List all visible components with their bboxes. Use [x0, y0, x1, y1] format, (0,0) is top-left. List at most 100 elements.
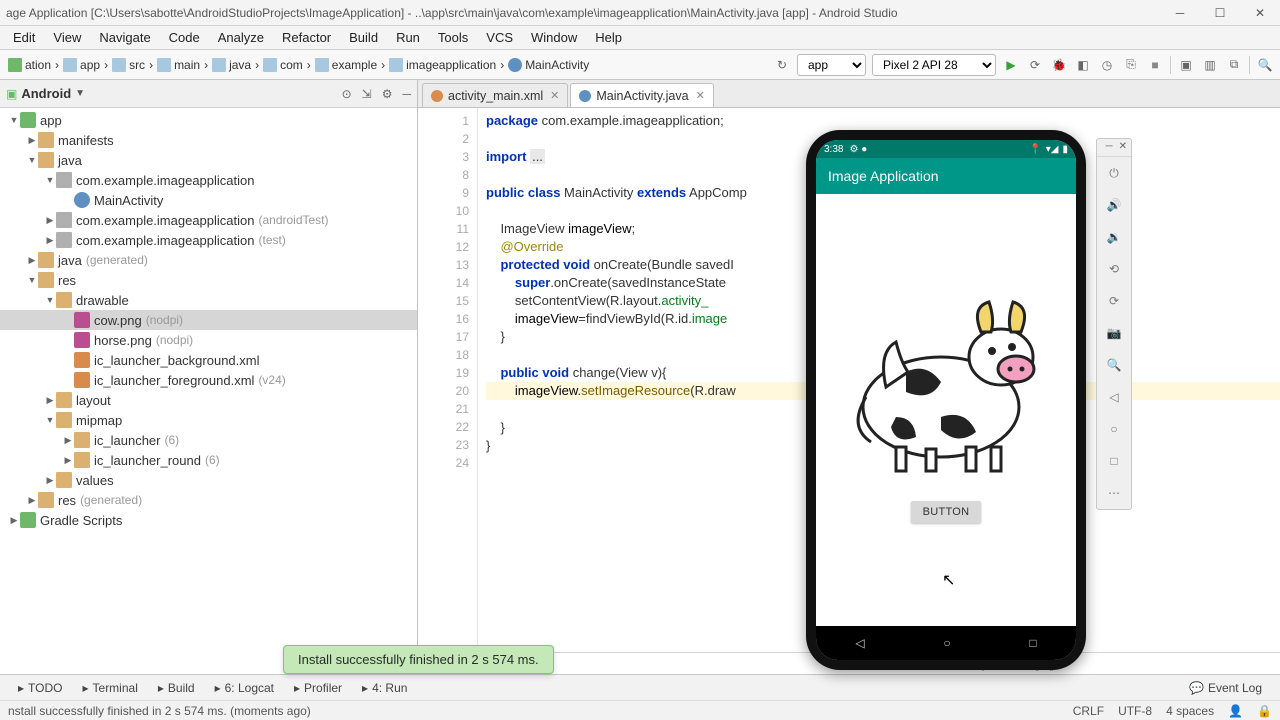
tree-twisty-icon[interactable]: ▼ — [26, 275, 38, 285]
breadcrumb-item[interactable]: MainActivity — [504, 53, 593, 77]
status-inspection-icon[interactable]: 👤 — [1228, 704, 1243, 718]
tree-node[interactable]: ▶com.example.imageapplication(androidTes… — [0, 210, 417, 230]
tree-twisty-icon[interactable]: ▼ — [44, 415, 56, 425]
breadcrumb-item[interactable]: imageapplication — [385, 53, 500, 77]
bottom-tab[interactable]: ▸Profiler — [284, 681, 352, 695]
editor-tab[interactable]: MainActivity.java✕ — [570, 83, 713, 107]
breadcrumb-item[interactable]: main — [153, 53, 204, 77]
tree-twisty-icon[interactable]: ▶ — [26, 255, 38, 266]
run-icon[interactable]: ▶ — [1002, 56, 1020, 74]
collapse-icon[interactable]: ─ — [402, 87, 411, 101]
power-icon[interactable]: ⏻ — [1097, 157, 1131, 189]
tree-node[interactable]: ic_launcher_foreground.xml(v24) — [0, 370, 417, 390]
bottom-tab[interactable]: ▸6: Logcat — [205, 681, 284, 695]
tab-close-icon[interactable]: ✕ — [696, 89, 705, 102]
tree-twisty-icon[interactable]: ▼ — [44, 175, 56, 185]
tree-twisty-icon[interactable]: ▶ — [44, 475, 56, 486]
device-selector[interactable]: Pixel 2 API 28 — [872, 54, 996, 76]
debug-icon[interactable]: 🐞 — [1050, 56, 1068, 74]
more-icon[interactable]: ⋯ — [1097, 477, 1131, 509]
bottom-tab[interactable]: ▸TODO — [8, 681, 72, 695]
coverage-icon[interactable]: ◧ — [1074, 56, 1092, 74]
event-log-tab[interactable]: 💬 Event Log — [1179, 681, 1272, 695]
editor-tab[interactable]: activity_main.xml✕ — [422, 83, 568, 107]
volume-down-icon[interactable]: 🔉 — [1097, 221, 1131, 253]
sync-icon[interactable]: ↻ — [773, 56, 791, 74]
tree-node[interactable]: cow.png(nodpi) — [0, 310, 417, 330]
tree-twisty-icon[interactable]: ▶ — [44, 395, 56, 406]
gear-icon[interactable]: ⚙ — [382, 87, 393, 101]
project-view-selector[interactable]: Android — [21, 86, 71, 101]
minimize-icon[interactable]: ─ — [1160, 0, 1200, 26]
tree-node[interactable]: ▶values — [0, 470, 417, 490]
tab-close-icon[interactable]: ✕ — [550, 89, 559, 102]
tree-node[interactable]: ▼res — [0, 270, 417, 290]
sdk-manager-icon[interactable]: ▥ — [1201, 56, 1219, 74]
locate-icon[interactable]: ⊙ — [342, 87, 352, 101]
breadcrumb-item[interactable]: java — [208, 53, 255, 77]
tree-node[interactable]: ▶ic_launcher_round(6) — [0, 450, 417, 470]
emu-back-icon[interactable]: ◁ — [1097, 381, 1131, 413]
maximize-icon[interactable]: ☐ — [1200, 0, 1240, 26]
breadcrumb-item[interactable]: com — [259, 53, 307, 77]
tree-node[interactable]: ▼app — [0, 110, 417, 130]
tree-node[interactable]: ▶java(generated) — [0, 250, 417, 270]
tree-twisty-icon[interactable]: ▼ — [8, 115, 20, 125]
tree-node[interactable]: ▶layout — [0, 390, 417, 410]
tree-node[interactable]: ▼drawable — [0, 290, 417, 310]
stop-icon[interactable]: ■ — [1146, 56, 1164, 74]
menu-analyze[interactable]: Analyze — [209, 30, 273, 45]
status-lock-icon[interactable]: 🔒 — [1257, 704, 1272, 718]
apply-changes-icon[interactable]: ⟳ — [1026, 56, 1044, 74]
avd-manager-icon[interactable]: ▣ — [1177, 56, 1195, 74]
menu-view[interactable]: View — [44, 30, 90, 45]
recents-icon[interactable]: □ — [1029, 636, 1036, 650]
bottom-tab[interactable]: ▸Terminal — [72, 681, 147, 695]
breadcrumb-item[interactable]: ation — [4, 53, 55, 77]
search-icon[interactable]: 🔍 — [1256, 56, 1274, 74]
breadcrumb-item[interactable]: src — [108, 53, 149, 77]
tree-twisty-icon[interactable]: ▶ — [62, 435, 74, 446]
tree-node[interactable]: ▶res(generated) — [0, 490, 417, 510]
tree-node[interactable]: ▶Gradle Scripts — [0, 510, 417, 530]
tree-node[interactable]: MainActivity — [0, 190, 417, 210]
menu-code[interactable]: Code — [160, 30, 209, 45]
tree-twisty-icon[interactable]: ▶ — [44, 235, 56, 246]
menu-build[interactable]: Build — [340, 30, 387, 45]
tree-twisty-icon[interactable]: ▶ — [26, 135, 38, 146]
menu-navigate[interactable]: Navigate — [90, 30, 159, 45]
menu-vcs[interactable]: VCS — [477, 30, 522, 45]
menu-window[interactable]: Window — [522, 30, 586, 45]
emu-overview-icon[interactable]: □ — [1097, 445, 1131, 477]
resource-manager-icon[interactable]: ⧉ — [1225, 56, 1243, 74]
tree-node[interactable]: ▶com.example.imageapplication(test) — [0, 230, 417, 250]
tree-twisty-icon[interactable]: ▶ — [8, 515, 20, 526]
menu-tools[interactable]: Tools — [429, 30, 477, 45]
rotate-right-icon[interactable]: ⟳ — [1097, 285, 1131, 317]
tree-node[interactable]: ▼mipmap — [0, 410, 417, 430]
tree-twisty-icon[interactable]: ▼ — [26, 155, 38, 165]
tree-node[interactable]: ▶manifests — [0, 130, 417, 150]
change-button[interactable]: BUTTON — [911, 501, 982, 523]
tree-node[interactable]: ic_launcher_background.xml — [0, 350, 417, 370]
expand-icon[interactable]: ⇲ — [362, 87, 372, 101]
emu-close-icon[interactable]: ✕ — [1119, 141, 1127, 154]
tree-twisty-icon[interactable]: ▶ — [26, 495, 38, 506]
bottom-tab[interactable]: ▸4: Run — [352, 681, 417, 695]
status-crlf[interactable]: CRLF — [1073, 704, 1104, 718]
menu-edit[interactable]: Edit — [4, 30, 44, 45]
close-icon[interactable]: ✕ — [1240, 0, 1280, 26]
tree-node[interactable]: ▶ic_launcher(6) — [0, 430, 417, 450]
tree-twisty-icon[interactable]: ▼ — [44, 295, 56, 305]
emu-home-icon[interactable]: ○ — [1097, 413, 1131, 445]
project-tree[interactable]: ▼app▶manifests▼java▼com.example.imageapp… — [0, 108, 417, 674]
menu-run[interactable]: Run — [387, 30, 429, 45]
status-indent[interactable]: 4 spaces — [1166, 704, 1214, 718]
bottom-tab[interactable]: ▸Build — [148, 681, 205, 695]
breadcrumb-item[interactable]: example — [311, 53, 381, 77]
tree-node[interactable]: ▼java — [0, 150, 417, 170]
menu-help[interactable]: Help — [586, 30, 631, 45]
zoom-icon[interactable]: 🔍 — [1097, 349, 1131, 381]
tree-node[interactable]: ▼com.example.imageapplication — [0, 170, 417, 190]
breadcrumb-item[interactable]: app — [59, 53, 104, 77]
